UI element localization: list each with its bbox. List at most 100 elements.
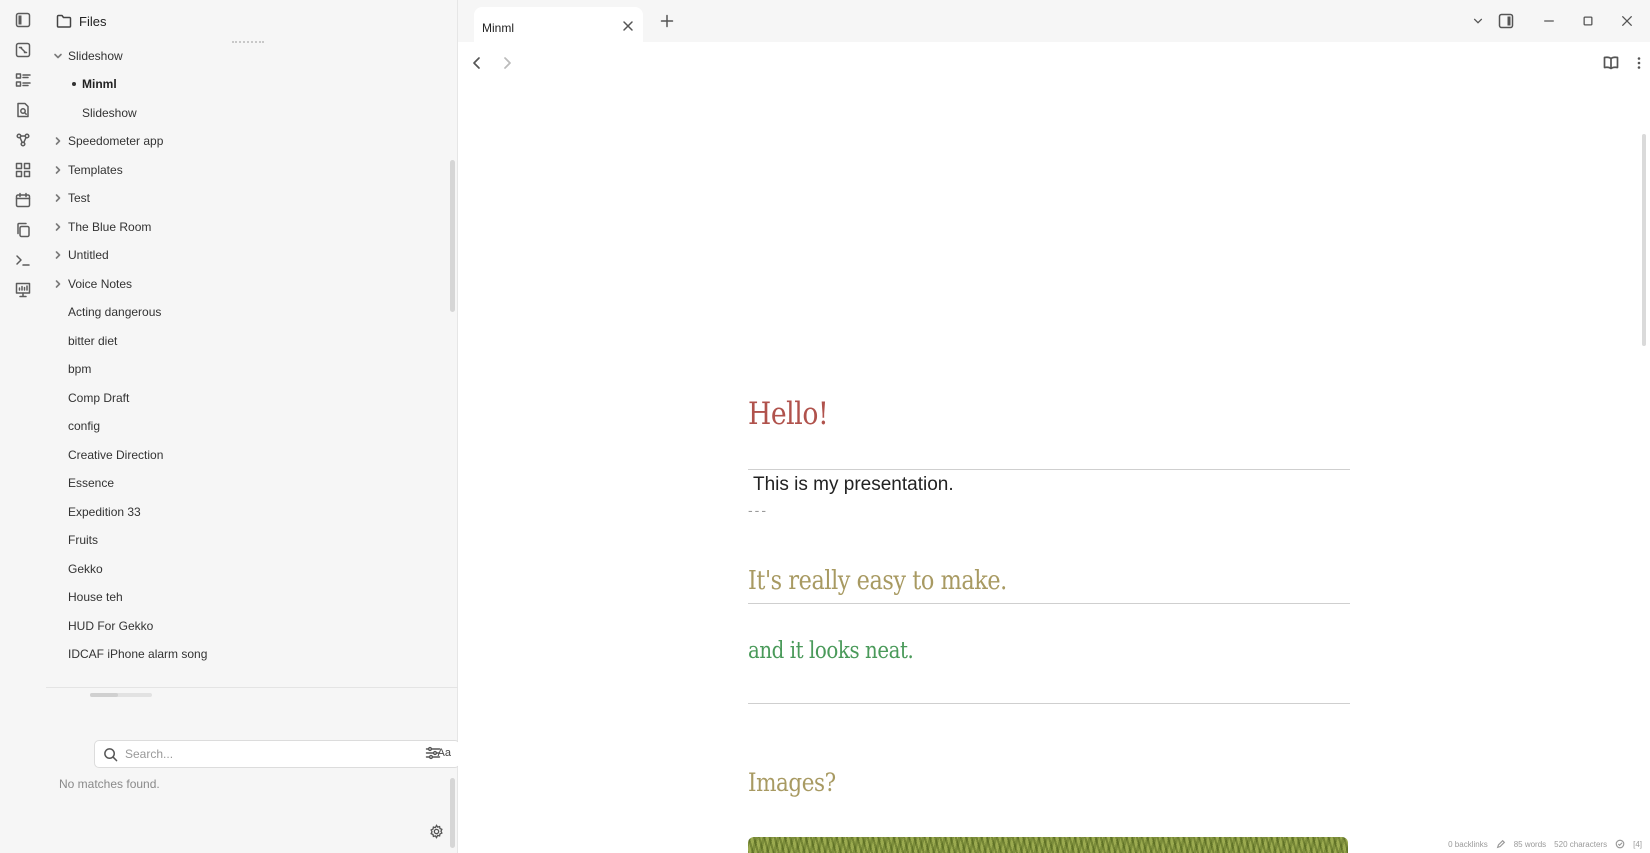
dashboard-icon[interactable] bbox=[13, 160, 33, 180]
sync-check-icon[interactable] bbox=[1615, 839, 1625, 849]
close-tab-icon[interactable] bbox=[621, 19, 635, 33]
embedded-image bbox=[748, 837, 1348, 853]
tree-item-label: Expedition 33 bbox=[68, 505, 141, 519]
file-item-minml[interactable]: Minml bbox=[46, 71, 446, 97]
file-item-bpm[interactable]: bpm bbox=[46, 356, 446, 382]
files-header[interactable]: Files bbox=[56, 10, 106, 32]
tree-item-label: Comp Draft bbox=[68, 391, 130, 405]
tree-item-label: Slideshow bbox=[68, 49, 123, 63]
settings-gear-icon[interactable] bbox=[427, 822, 445, 840]
tree-item-label: Voice Notes bbox=[68, 277, 133, 291]
heading-images: Images? bbox=[748, 768, 836, 797]
file-item-essence[interactable]: Essence bbox=[46, 470, 446, 496]
content-scrollbar[interactable] bbox=[1642, 134, 1646, 346]
more-options-icon[interactable] bbox=[1630, 54, 1648, 72]
tree-item-label: House teh bbox=[68, 590, 123, 604]
file-item-expedition-33[interactable]: Expedition 33 bbox=[46, 499, 446, 525]
chevron-right-icon[interactable] bbox=[52, 278, 64, 290]
slide-separator: --- bbox=[748, 502, 768, 518]
folder-item-slideshow[interactable]: Slideshow bbox=[46, 43, 446, 69]
copy-icon[interactable] bbox=[13, 220, 33, 240]
folder-item-voice-notes[interactable]: Voice Notes bbox=[46, 271, 446, 297]
paragraph-text: This is my presentation. bbox=[753, 474, 954, 495]
file-item-house-teh[interactable]: House teh bbox=[46, 584, 446, 610]
search-results-scrollbar[interactable] bbox=[450, 778, 455, 848]
bases-icon[interactable] bbox=[13, 70, 33, 90]
tree-item-label: config bbox=[68, 419, 101, 433]
active-file-dot bbox=[72, 82, 76, 86]
file-item-fruits[interactable]: Fruits bbox=[46, 527, 446, 553]
terminal-icon[interactable] bbox=[13, 250, 33, 270]
file-item-bitter-diet[interactable]: bitter diet bbox=[46, 328, 446, 354]
chevron-right-icon[interactable] bbox=[52, 221, 64, 233]
toggle-sidebar-icon[interactable] bbox=[13, 10, 33, 30]
file-item-config[interactable]: config bbox=[46, 413, 446, 439]
file-item-slideshow[interactable]: Slideshow bbox=[46, 100, 446, 126]
tree-item-label: Gekko bbox=[68, 562, 103, 576]
tree-item-label: Creative Direction bbox=[68, 448, 164, 462]
close-window-icon[interactable] bbox=[1617, 12, 1637, 30]
tree-item-label: Essence bbox=[68, 476, 115, 490]
character-count: 520 characters bbox=[1554, 839, 1608, 849]
new-tab-icon[interactable] bbox=[658, 12, 676, 30]
search-field: Aa bbox=[94, 740, 460, 768]
chevron-down-icon[interactable] bbox=[52, 50, 64, 62]
app-window: Files Slideshow Minml Slideshow Speedometer… bbox=[0, 0, 1650, 853]
tree-item-label: Acting dangerous bbox=[68, 305, 162, 319]
calendar-icon[interactable] bbox=[13, 190, 33, 210]
folder-item-templates[interactable]: Templates bbox=[46, 157, 446, 183]
folder-item-untitled[interactable]: Untitled bbox=[46, 242, 446, 268]
pencil-icon[interactable] bbox=[1496, 839, 1506, 849]
chevron-right-icon[interactable] bbox=[52, 164, 64, 176]
tree-item-label: The Blue Room bbox=[68, 220, 152, 234]
search-input[interactable] bbox=[125, 745, 415, 763]
heading-hello: Hello! bbox=[748, 396, 829, 432]
document-search-icon[interactable] bbox=[13, 100, 33, 120]
file-item-gekko[interactable]: Gekko bbox=[46, 556, 446, 582]
status-extra: [4] bbox=[1633, 839, 1642, 849]
chevron-right-icon[interactable] bbox=[52, 135, 64, 147]
tree-item-label: Slideshow bbox=[82, 106, 137, 120]
tab-minml[interactable]: Minml bbox=[474, 7, 643, 42]
file-item-creative-direction[interactable]: Creative Direction bbox=[46, 442, 446, 468]
note-content[interactable]: Hello! This is my presentation. --- It's… bbox=[458, 82, 1650, 853]
status-bar: 0 backlinks 85 words 520 characters [4] bbox=[1448, 839, 1642, 849]
toggle-right-sidebar-icon[interactable] bbox=[1496, 12, 1516, 30]
maximize-icon[interactable] bbox=[1578, 12, 1598, 30]
backlinks-count[interactable]: 0 backlinks bbox=[1448, 840, 1488, 849]
graph-view-icon[interactable] bbox=[13, 130, 33, 150]
chevron-right-icon[interactable] bbox=[52, 192, 64, 204]
folder-item-the-blue-room[interactable]: The Blue Room bbox=[46, 214, 446, 240]
heading-divider bbox=[748, 603, 1350, 604]
tree-item-label: bpm bbox=[68, 362, 92, 376]
panel-divider[interactable] bbox=[46, 687, 458, 688]
file-item-comp-draft[interactable]: Comp Draft bbox=[46, 385, 446, 411]
file-item-hud-for-gekko[interactable]: HUD For Gekko bbox=[46, 613, 446, 639]
tree-item-label: Test bbox=[68, 191, 91, 205]
folder-item-test[interactable]: Test bbox=[46, 185, 446, 211]
file-item-acting-dangerous[interactable]: Acting dangerous bbox=[46, 299, 446, 325]
canvas-icon[interactable] bbox=[13, 40, 33, 60]
title-bar: Minml bbox=[458, 0, 1650, 42]
search-settings-icon[interactable] bbox=[424, 744, 442, 762]
tree-item-label: bitter diet bbox=[68, 334, 118, 348]
tab-label: Minml bbox=[482, 21, 514, 35]
chevron-down-icon[interactable] bbox=[1468, 12, 1488, 30]
chevron-right-icon[interactable] bbox=[52, 249, 64, 261]
sidebar-scrollbar[interactable] bbox=[450, 160, 455, 312]
file-item-idcaf-iphone-alarm-song[interactable]: IDCAF iPhone alarm song bbox=[46, 641, 446, 667]
forward-arrow-icon[interactable] bbox=[498, 54, 516, 72]
presentation-icon[interactable] bbox=[13, 280, 33, 300]
horizontal-scrollbar[interactable] bbox=[90, 693, 152, 697]
folder-icon bbox=[56, 14, 72, 28]
files-title: Files bbox=[79, 13, 107, 29]
word-count: 85 words bbox=[1513, 839, 1547, 849]
tree-item-label: Untitled bbox=[68, 248, 109, 262]
minimize-icon[interactable] bbox=[1539, 12, 1559, 30]
file-explorer-sidebar: Files Slideshow Minml Slideshow Speedometer… bbox=[46, 0, 460, 853]
folder-item-speedometer-app[interactable]: Speedometer app bbox=[46, 128, 446, 154]
heading-divider bbox=[748, 703, 1350, 704]
reading-view-icon[interactable] bbox=[1602, 54, 1620, 72]
no-matches-text: No matches found. bbox=[59, 777, 160, 791]
back-arrow-icon[interactable] bbox=[468, 54, 486, 72]
